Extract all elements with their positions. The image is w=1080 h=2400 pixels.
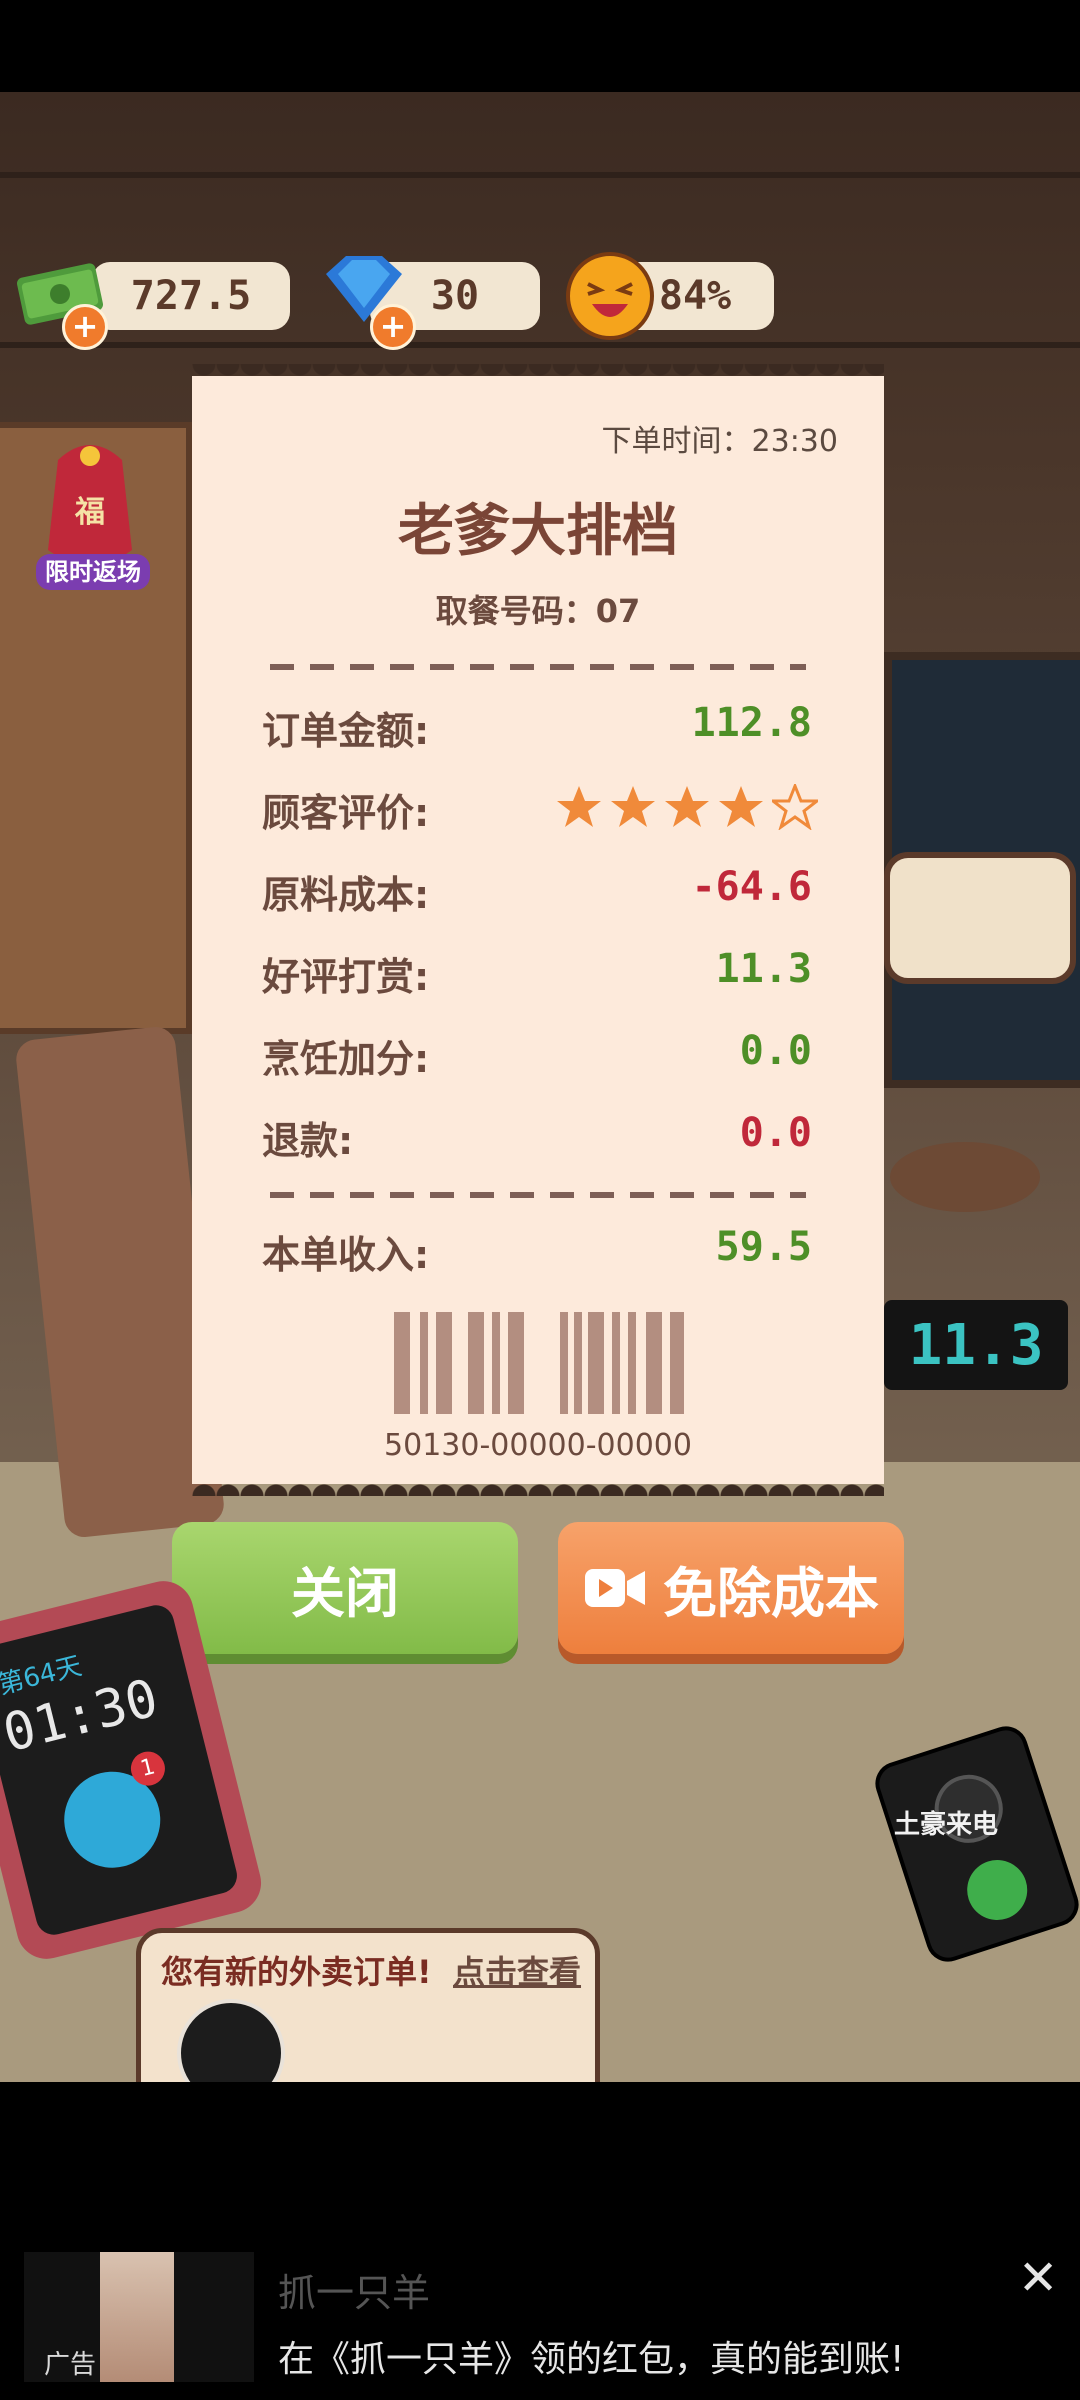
ingredient-cost-value: -64.6 <box>691 864 812 910</box>
order-amount-value: 112.8 <box>691 700 812 746</box>
add-gems-button[interactable]: + <box>370 304 416 350</box>
refund-value: 0.0 <box>739 1110 812 1156</box>
star-filled-icon <box>611 786 655 827</box>
tip-value: 11.3 <box>715 946 812 992</box>
close-button-label: 关闭 <box>291 1561 399 1625</box>
lucky-bag-char: 福 <box>74 495 105 530</box>
shop-name: 老爹大排档 <box>398 499 678 564</box>
notification-text: 您有新的外卖订单! <box>161 1953 432 1991</box>
satisfaction-value: 84% <box>658 273 732 319</box>
barcode-number: 50130-00000-00000 <box>384 1428 692 1463</box>
cooking-bonus-label: 烹饪加分: <box>262 1037 430 1081</box>
limited-event-button[interactable]: 福 限时返场 <box>28 430 152 590</box>
cash-counter: 727.5 <box>92 262 290 330</box>
star-filled-icon <box>719 786 763 827</box>
add-cash-button[interactable]: + <box>62 304 108 350</box>
remove-cost-label: 免除成本 <box>663 1561 879 1625</box>
answer-call-icon[interactable] <box>959 1852 1036 1928</box>
star-filled-icon <box>557 786 601 827</box>
remove-cost-button[interactable]: 免除成本 <box>558 1522 904 1654</box>
cash-value: 727.5 <box>130 273 252 319</box>
video-camera-icon <box>585 1569 645 1607</box>
order-receipt: 下单时间：23:30 老爹大排档 取餐号码：07 订单金额: 112.8 顾客评… <box>192 364 884 1496</box>
gem-value: 30 <box>430 273 480 319</box>
order-amount-label: 订单金额: <box>262 709 430 753</box>
event-badge-label: 限时返场 <box>36 554 150 590</box>
refund-label: 退款: <box>262 1119 354 1163</box>
ad-title[interactable]: 抓一只羊 <box>278 2262 430 2317</box>
ad-image <box>100 2252 174 2382</box>
table <box>890 1142 1040 1212</box>
divider <box>270 664 806 670</box>
pickup-number: 取餐号码：07 <box>435 592 641 630</box>
status-bar <box>0 0 1080 92</box>
star-filled-icon <box>665 786 709 827</box>
barcode <box>394 1312 684 1414</box>
close-ad-icon[interactable]: ✕ <box>1018 2250 1058 2306</box>
divider <box>270 1192 806 1198</box>
receipt-edge-top <box>192 364 884 388</box>
tip-label: 好评打赏: <box>262 955 430 999</box>
rich-call-label: 土豪来电 <box>894 1810 999 1840</box>
tablet-screen: 第64天 01:30 1 <box>0 1601 241 1939</box>
ad-tag: 广告 <box>44 2350 97 2380</box>
total-income-value: 59.5 <box>715 1224 812 1270</box>
ceiling-beam <box>0 342 1080 348</box>
tip-display: 11.3 <box>884 1300 1068 1390</box>
rating-stars <box>556 784 818 830</box>
side-panel <box>884 852 1076 984</box>
total-income-label: 本单收入: <box>262 1233 430 1277</box>
view-order-link[interactable]: 点击查看 <box>453 1947 581 1993</box>
receipt-edge-bottom <box>192 1472 884 1496</box>
happy-face-icon <box>566 252 654 340</box>
ceiling-beam <box>0 172 1080 178</box>
ingredient-cost-label: 原料成本: <box>262 873 430 917</box>
ad-description[interactable]: 在《抓一只羊》领的红包，真的能到账! <box>278 2330 904 2382</box>
cooking-bonus-value: 0.0 <box>739 1028 812 1074</box>
order-time: 下单时间：23:30 <box>601 424 838 459</box>
close-button[interactable]: 关闭 <box>172 1522 518 1654</box>
star-empty-icon <box>772 784 818 830</box>
customer-rating-label: 顾客评价: <box>262 791 430 835</box>
